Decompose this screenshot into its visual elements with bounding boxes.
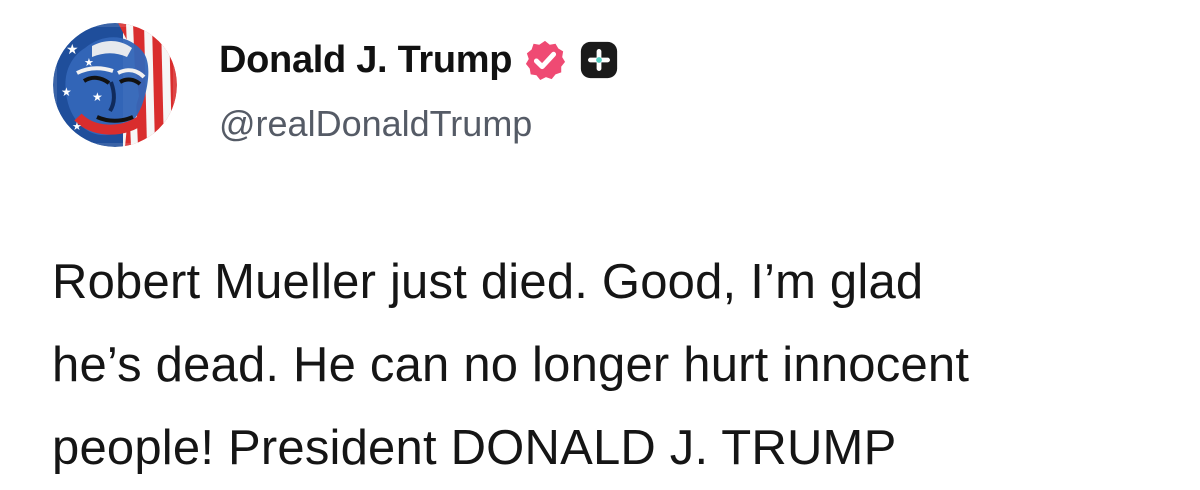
svg-text:★: ★ [61,85,72,99]
verified-badge-icon [524,39,566,81]
author-name-row: Donald J. Trump [219,37,620,83]
svg-text:★: ★ [72,120,82,133]
post-text-line: he’s dead. He can no longer hurt innocen… [52,338,970,392]
svg-text:★: ★ [84,56,94,69]
post-text: Robert Mueller just died. Good, I’m glad… [52,241,1182,490]
avatar[interactable]: ★ ★ ★ ★ ★ [53,23,177,147]
svg-text:★: ★ [92,90,103,104]
author-display-name[interactable]: Donald J. Trump [219,39,513,82]
post-text-line: Robert Mueller just died. Good, I’m glad [52,255,924,309]
post-text-line: people! President DONALD J. TRUMP [52,421,897,475]
avatar-image: ★ ★ ★ ★ ★ [53,23,177,147]
post-card: ★ ★ ★ ★ ★ Donald J. Trump @realDonaldTru… [0,0,1200,490]
plus-square-icon[interactable] [578,39,620,81]
svg-text:★: ★ [66,42,79,58]
author-handle[interactable]: @realDonaldTrump [219,103,532,145]
